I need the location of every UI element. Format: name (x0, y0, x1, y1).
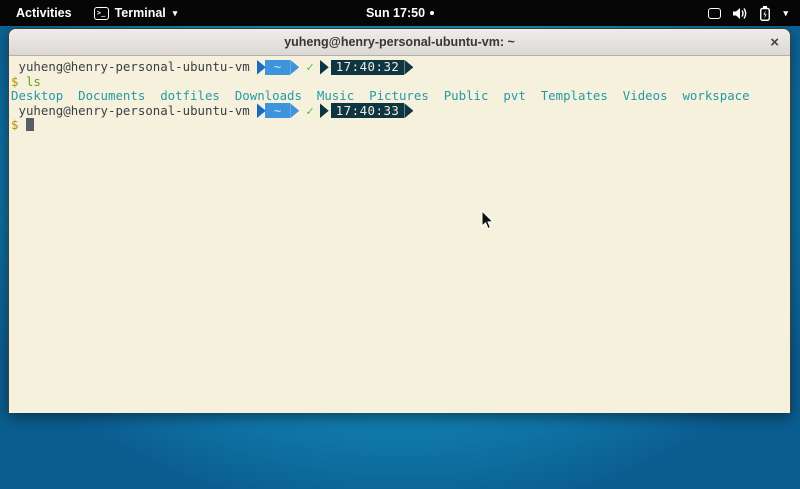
window-titlebar[interactable]: yuheng@henry-personal-ubuntu-vm: ~ × (9, 29, 790, 56)
chevron-down-icon: ▾ (173, 9, 178, 18)
input-line[interactable]: $ (11, 118, 788, 133)
directory-name: Music (317, 88, 354, 103)
directory-name: Public (444, 88, 489, 103)
powerline-arrow-icon (290, 60, 299, 75)
directory-name: Desktop (11, 88, 63, 103)
status-check-icon: ✓ (306, 60, 313, 75)
prompt-userhost: yuheng@henry-personal-ubuntu-vm (19, 60, 250, 75)
close-button[interactable]: × (770, 29, 779, 55)
directory-name: dotfiles (160, 88, 220, 103)
prompt-line: yuheng@henry-personal-ubuntu-vm ~ ✓ 17:4… (11, 104, 788, 119)
directory-name: workspace (682, 88, 749, 103)
directory-name: Templates (541, 88, 608, 103)
terminal-screen[interactable]: yuheng@henry-personal-ubuntu-vm ~ ✓ 17:4… (9, 56, 790, 413)
command-line: $ ls (11, 75, 788, 90)
terminal-window: yuheng@henry-personal-ubuntu-vm: ~ × yuh… (8, 28, 791, 413)
directory-name: Videos (623, 88, 668, 103)
notification-dot-icon (430, 11, 434, 15)
battery-charging-icon (760, 6, 770, 21)
text-cursor (26, 118, 34, 131)
volume-icon (733, 7, 748, 20)
system-chevron-down-icon: ▾ (783, 9, 788, 18)
prompt-cwd: ~ (265, 60, 290, 75)
prompt-userhost: yuheng@henry-personal-ubuntu-vm (19, 104, 250, 119)
app-menu-label: Terminal (115, 6, 166, 20)
powerline-arrow-icon (320, 103, 329, 118)
powerline-arrow-icon (404, 103, 413, 118)
activities-button[interactable]: Activities (12, 4, 76, 22)
app-menu-terminal[interactable]: >_ Terminal ▾ (94, 6, 178, 20)
display-icon (708, 8, 721, 19)
ls-output-line: Desktop Documents dotfiles Downloads Mus… (11, 89, 788, 104)
prompt-timestamp: 17:40:33 (331, 103, 405, 118)
powerline-arrow-icon (404, 60, 413, 75)
window-title: yuheng@henry-personal-ubuntu-vm: ~ (284, 35, 515, 49)
desktop: Activities >_ Terminal ▾ Sun 17:50 (0, 0, 800, 489)
top-bar: Activities >_ Terminal ▾ Sun 17:50 (0, 0, 800, 26)
directory-name: Pictures (369, 88, 429, 103)
prompt-cwd: ~ (265, 103, 290, 118)
clock-button[interactable]: Sun 17:50 (366, 6, 434, 20)
clock-label: Sun 17:50 (366, 6, 425, 20)
powerline-arrow-icon (290, 103, 299, 118)
directory-name: Documents (78, 88, 145, 103)
directory-name: Downloads (235, 88, 302, 103)
status-check-icon: ✓ (306, 104, 313, 119)
command-text: ls (26, 74, 41, 89)
prompt-timestamp: 17:40:32 (331, 60, 405, 75)
directory-name: pvt (503, 88, 525, 103)
system-status-area[interactable]: ▾ (708, 6, 800, 21)
prompt-line: yuheng@henry-personal-ubuntu-vm ~ ✓ 17:4… (11, 60, 788, 75)
powerline-arrow-icon (320, 60, 329, 75)
terminal-icon: >_ (94, 7, 109, 20)
